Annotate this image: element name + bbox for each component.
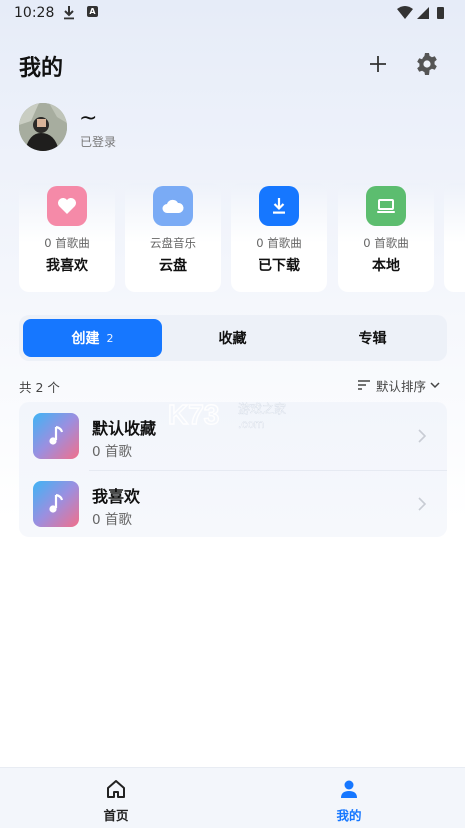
settings-button[interactable] <box>414 51 440 77</box>
playlist-name: 默认收藏 <box>92 419 157 438</box>
chevron-right-icon <box>418 429 427 443</box>
playlist-song-count: 0 首歌 <box>92 444 132 460</box>
tab-favorites-label: 收藏 <box>218 331 247 347</box>
avatar[interactable] <box>19 103 67 151</box>
sort-label: 默认排序 <box>376 378 427 394</box>
card-local-title: 本地 <box>372 258 400 274</box>
card-local-subtitle: 0 首歌曲 <box>363 236 409 250</box>
card-liked-title: 我喜欢 <box>46 258 88 274</box>
avatar-photo <box>19 103 67 151</box>
tab-created[interactable]: 创建 2 <box>23 319 162 357</box>
tab-created-label: 创建 <box>71 331 100 347</box>
card-cloud[interactable]: 云盘音乐 云盘 <box>125 183 221 292</box>
status-icons <box>397 6 444 19</box>
heart-icon-tile <box>47 186 87 226</box>
nav-mine-label: 我的 <box>336 808 362 823</box>
user-name[interactable]: ~ <box>79 106 97 131</box>
card-local[interactable]: 0 首歌曲 本地 <box>338 183 434 292</box>
battery-icon <box>437 7 444 19</box>
tab-created-count: 2 <box>106 331 114 345</box>
card-liked[interactable]: 0 首歌曲 我喜欢 <box>19 183 115 292</box>
laptop-icon <box>377 199 395 213</box>
svg-text:.com: .com <box>238 417 264 431</box>
sort-icon <box>358 380 370 390</box>
playlist-count: 共 2 个 <box>19 380 60 395</box>
status-bar: 10:28 A <box>0 0 465 26</box>
download-icon <box>273 198 285 214</box>
watermark-logo: K73 游戏之家 .com <box>168 398 286 431</box>
tab-albums[interactable]: 专辑 <box>303 319 442 357</box>
home-icon <box>107 780 125 798</box>
add-button[interactable] <box>365 51 391 77</box>
plus-icon <box>370 56 386 72</box>
card-cloud-subtitle: 云盘音乐 <box>150 236 196 250</box>
signal-icon <box>417 7 429 19</box>
download-icon-tile <box>259 186 299 226</box>
card-partial[interactable] <box>444 183 465 292</box>
card-downloaded-subtitle: 0 首歌曲 <box>256 236 302 250</box>
nav-home-label: 首页 <box>103 808 129 823</box>
cloud-icon-tile <box>153 186 193 226</box>
playlist-cover <box>33 481 79 527</box>
svg-text:K73: K73 <box>168 399 219 430</box>
nav-home[interactable]: 首页 <box>56 768 176 828</box>
card-downloaded-title: 已下载 <box>258 258 300 274</box>
heart-icon <box>58 198 76 214</box>
app-notification-icon: A <box>87 6 98 17</box>
bottom-nav: 首页 我的 <box>0 767 465 828</box>
playlist-cover <box>33 413 79 459</box>
card-downloaded[interactable]: 0 首歌曲 已下载 <box>231 183 327 292</box>
list-item[interactable]: 我喜欢 0 首歌 <box>19 470 447 538</box>
svg-text:游戏之家: 游戏之家 <box>238 401 286 416</box>
login-status: 已登录 <box>80 135 117 149</box>
tab-albums-label: 专辑 <box>358 331 387 347</box>
playlist-tabs: 创建 2 收藏 专辑 <box>19 315 447 361</box>
card-cloud-title: 云盘 <box>159 258 187 274</box>
quick-access-cards: 0 首歌曲 我喜欢 云盘音乐 云盘 0 首歌曲 已下载 0 首歌曲 本地 <box>0 183 465 293</box>
cloud-icon <box>162 199 184 213</box>
laptop-icon-tile <box>366 186 406 226</box>
playlist-song-count: 0 首歌 <box>92 512 132 528</box>
gear-icon <box>417 53 437 75</box>
status-time: 10:28 <box>14 5 55 21</box>
tab-favorites[interactable]: 收藏 <box>163 319 302 357</box>
chevron-right-icon <box>418 497 427 511</box>
music-note-icon <box>49 425 64 445</box>
playlist-name: 我喜欢 <box>92 487 141 506</box>
music-note-icon <box>49 493 64 513</box>
nav-mine[interactable]: 我的 <box>289 768 409 828</box>
card-liked-subtitle: 0 首歌曲 <box>44 236 90 250</box>
wifi-icon <box>397 6 413 19</box>
person-icon <box>341 780 357 798</box>
chevron-down-icon <box>430 381 440 388</box>
page-title: 我的 <box>19 56 64 81</box>
download-notification-icon <box>64 6 74 20</box>
sort-button[interactable]: 默认排序 <box>357 376 440 394</box>
